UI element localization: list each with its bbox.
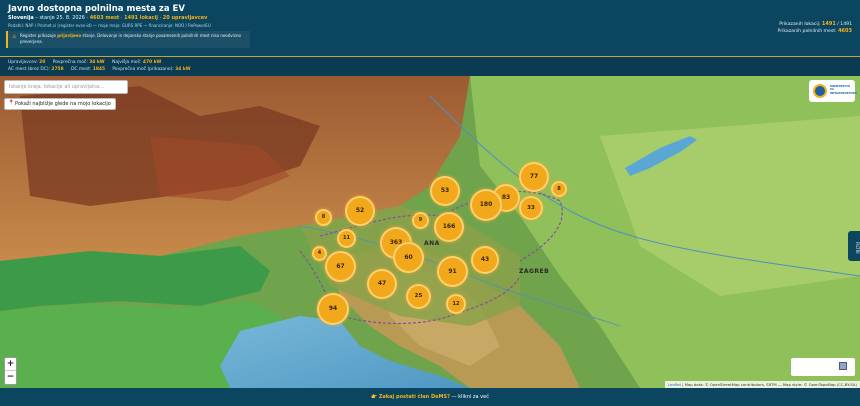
map[interactable]: ZAGREB ANA Iskanje kraja, lokacije ali u… bbox=[0, 76, 860, 388]
nearby-location-button[interactable]: 📍 Pokaži najbližje glede na mojo lokacij… bbox=[4, 98, 116, 110]
cluster-marker[interactable]: 8 bbox=[551, 181, 567, 197]
max-power-value: 470 kW bbox=[142, 60, 162, 65]
shown-counts: Prikazanih lokacij: 1491 / 1491 Prikazan… bbox=[778, 21, 853, 35]
cluster-marker[interactable]: 11 bbox=[337, 229, 356, 248]
nearby-label: Pokaži najbližje glede na mojo lokacijo bbox=[15, 101, 111, 107]
max-power-label: Najvišja moč: bbox=[112, 60, 143, 65]
status-places: 4603 mest bbox=[89, 15, 120, 21]
location-pin-icon: 📍 bbox=[8, 100, 15, 106]
dc-label: DC mest: bbox=[71, 67, 93, 72]
cluster-marker[interactable]: 53 bbox=[430, 176, 460, 206]
shown-places-value: 4603 bbox=[838, 28, 852, 34]
warning-box: ⚠ Register prikazuje prijavljeno stanje.… bbox=[6, 31, 250, 48]
status-date: – stanje 25. 8. 2026 · bbox=[33, 15, 90, 21]
app-root: Javno dostopna polnilna mesta za EV Slov… bbox=[0, 0, 860, 406]
shown-locations-label: Prikazanih lokacij: bbox=[779, 22, 822, 27]
stats-bar: Upravljavcev: 20 Povprečna moč: 34 kW Na… bbox=[0, 57, 860, 76]
cluster-marker[interactable]: 52 bbox=[345, 196, 375, 226]
shown-locations-total: / 1491 bbox=[835, 22, 852, 27]
warning-icon: ⚠ bbox=[12, 34, 17, 40]
layers-control[interactable] bbox=[791, 358, 855, 376]
avg-power-label: Povprečna moč: bbox=[52, 60, 90, 65]
avg-shown-value: 34 kW bbox=[175, 67, 191, 72]
filters-tab[interactable]: FILTRI bbox=[848, 231, 860, 261]
cluster-marker[interactable]: 8 bbox=[315, 209, 332, 226]
status-operators: 20 upravljavcev bbox=[162, 15, 208, 21]
page-title: Javno dostopna polnilna mesta za EV bbox=[8, 4, 185, 14]
stats-row-2: AC mest (brez DC): 2758 DC mest: 1845 Po… bbox=[8, 67, 191, 72]
search-input[interactable]: Iskanje kraja, lokacije ali upravljalca.… bbox=[4, 80, 128, 94]
attribution-leaflet-link[interactable]: Leaflet bbox=[668, 382, 681, 387]
footer-highlight[interactable]: Zakaj postati član DeMS? bbox=[379, 394, 450, 400]
cluster-marker[interactable]: 47 bbox=[367, 269, 397, 299]
cluster-marker[interactable]: 4 bbox=[312, 246, 327, 261]
status-line: Slovenija – stanje 25. 8. 2026 · 4603 me… bbox=[8, 15, 207, 21]
cluster-marker[interactable]: 9 bbox=[412, 212, 429, 229]
ac-label: AC mest (brez DC): bbox=[8, 67, 52, 72]
pointing-hand-icon: 👉 bbox=[371, 394, 378, 400]
map-attribution: Leaflet | Map data: © OpenStreetMap cont… bbox=[665, 381, 860, 388]
cluster-marker[interactable]: 60 bbox=[393, 242, 424, 273]
attribution-text: | Map data: © OpenStreetMap contributors… bbox=[680, 382, 857, 387]
terrain-map bbox=[0, 76, 860, 388]
cluster-marker[interactable]: 33 bbox=[519, 196, 543, 220]
city-label-ljubljana: ANA bbox=[424, 240, 440, 247]
logo-mark-icon bbox=[813, 84, 827, 98]
cluster-marker[interactable]: 91 bbox=[437, 256, 468, 287]
footer-suffix: — klikni za več bbox=[449, 394, 489, 400]
stats-row-1: Upravljavcev: 20 Povprečna moč: 34 kW Na… bbox=[8, 60, 161, 65]
cluster-marker[interactable]: 77 bbox=[519, 162, 549, 192]
operators-label: Upravljavcev: bbox=[8, 60, 40, 65]
cluster-marker[interactable]: 67 bbox=[325, 251, 356, 282]
zoom-in-button[interactable]: + bbox=[5, 358, 16, 371]
ministry-logo: MINISTRSTVO ZA INFRASTRUKTURO bbox=[809, 80, 857, 102]
header: Javno dostopna polnilna mesta za EV Slov… bbox=[0, 0, 860, 56]
shown-places-label: Prikazanih polnilnih mest: bbox=[777, 29, 839, 34]
zoom-out-button[interactable]: − bbox=[5, 371, 16, 384]
cluster-marker[interactable]: 166 bbox=[434, 212, 464, 242]
avg-power-value: 34 kW bbox=[89, 60, 105, 65]
ac-value: 2758 bbox=[51, 67, 64, 72]
avg-shown-label: Povprečna moč (prikazano): bbox=[112, 67, 176, 72]
status-country: Slovenija bbox=[8, 15, 34, 21]
warning-highlight: prijavljeno bbox=[57, 33, 82, 38]
zoom-control: + − bbox=[4, 357, 17, 385]
cluster-marker[interactable]: 43 bbox=[471, 246, 499, 274]
status-locations: 1491 lokacij bbox=[124, 15, 159, 21]
warning-prefix: Register prikazuje bbox=[20, 33, 58, 38]
layers-icon bbox=[839, 362, 847, 370]
operators-value: 20 bbox=[39, 60, 46, 65]
shown-locations-value: 1491 bbox=[821, 21, 836, 27]
cluster-marker[interactable]: 12 bbox=[446, 294, 466, 314]
cluster-marker[interactable]: 25 bbox=[406, 284, 431, 309]
city-label-zagreb: ZAGREB bbox=[519, 268, 550, 275]
sources-line: Podatki: NAP / Promet.si (register evse-… bbox=[8, 23, 211, 28]
logo-text: MINISTRSTVO ZA INFRASTRUKTURO bbox=[830, 85, 857, 95]
cluster-marker[interactable]: 180 bbox=[470, 189, 502, 221]
dc-value: 1845 bbox=[92, 67, 106, 72]
footer-banner[interactable]: 👉 Zakaj postati član DeMS? — klikni za v… bbox=[0, 388, 860, 406]
cluster-marker[interactable]: 94 bbox=[317, 293, 349, 325]
